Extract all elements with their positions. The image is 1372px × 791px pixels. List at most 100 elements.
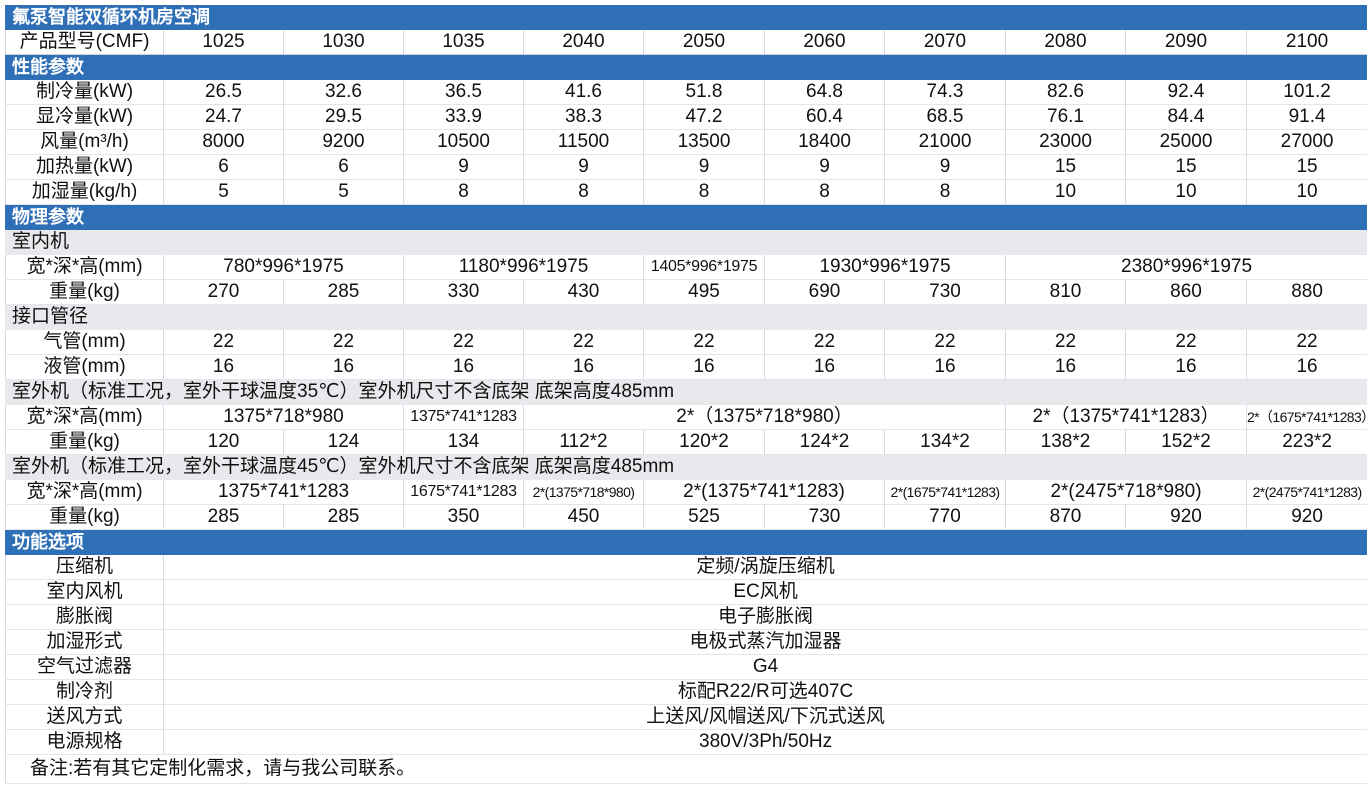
indoor-subheader: 室内机 — [5, 229, 1367, 255]
value-cell: 23000 — [1005, 129, 1126, 155]
value-cell: 1405*996*1975 — [643, 254, 765, 280]
subsection-title: 室内机 — [5, 229, 1367, 255]
row-label: 加热量(kW) — [5, 154, 164, 180]
feature-value: 标配R22/R可选407C — [162, 679, 1367, 705]
value-cell: 495 — [643, 279, 765, 305]
value-cell: 10 — [1245, 179, 1367, 205]
performance-row: 风量(m³/h) 8000 9200 10500 11500 13500 18400 2100… — [5, 129, 1367, 155]
value-cell: 29.5 — [283, 104, 404, 130]
model-cell: 2060 — [764, 29, 885, 55]
value-cell: 285 — [283, 504, 404, 530]
value-cell: 22 — [1005, 329, 1126, 355]
spec-sheet: 氟泵智能双循环机房空调 产品型号(CMF) 1025 1030 1035 2040 205… — [5, 5, 1367, 786]
subsection-title: 室外机（标准工况，室外干球温度45℃）室外机尺寸不含底架 底架高度485mm — [5, 454, 1367, 480]
feature-row: 送风方式 上送风/风帽送风/下沉式送风 — [5, 704, 1367, 730]
value-cell: 2*（1675*741*1283） — [1245, 404, 1367, 430]
performance-row: 加热量(kW) 6 6 9 9 9 9 9 15 15 15 — [5, 154, 1367, 180]
value-cell: 16 — [1005, 354, 1126, 380]
value-cell: 124*2 — [764, 429, 885, 455]
value-cell: 60.4 — [764, 104, 885, 130]
value-cell: 6 — [163, 154, 284, 180]
value-cell: 152*2 — [1125, 429, 1247, 455]
value-cell: 730 — [764, 504, 885, 530]
value-cell: 1675*741*1283 — [403, 479, 524, 505]
value-cell: 16 — [764, 354, 885, 380]
row-label: 送风方式 — [5, 704, 164, 730]
performance-row: 加湿量(kg/h) 5 5 8 8 8 8 8 10 10 10 — [5, 179, 1367, 205]
value-cell: 770 — [884, 504, 1006, 530]
feature-value: 电子膨胀阀 — [162, 604, 1367, 630]
value-cell: 22 — [1125, 329, 1247, 355]
row-label: 重量(kg) — [5, 504, 164, 530]
value-cell: 38.3 — [523, 104, 644, 130]
value-cell: 41.6 — [523, 79, 644, 105]
row-label: 重量(kg) — [5, 429, 164, 455]
value-cell: 74.3 — [884, 79, 1006, 105]
value-cell: 101.2 — [1245, 79, 1367, 105]
value-cell: 270 — [163, 279, 284, 305]
value-cell: 134*2 — [884, 429, 1006, 455]
value-cell: 138*2 — [1005, 429, 1126, 455]
model-cell: 1030 — [283, 29, 404, 55]
value-cell: 2*(1375*741*1283) — [643, 479, 885, 505]
value-cell: 1375*718*980 — [163, 404, 404, 430]
value-cell: 350 — [403, 504, 524, 530]
outdoor35-weight-row: 重量(kg) 120 124 134 112*2 120*2 124*2 134*2 138*2… — [5, 429, 1367, 455]
value-cell: 120 — [163, 429, 284, 455]
value-cell: 84.4 — [1125, 104, 1247, 130]
physical-header: 物理参数 — [5, 204, 1367, 230]
indoor-dims-row: 宽*深*高(mm) 780*996*1975 1180*996*1975 1405*9… — [5, 254, 1367, 280]
feature-row: 空气过滤器 G4 — [5, 654, 1367, 680]
row-label: 宽*深*高(mm) — [5, 479, 164, 505]
value-cell: 810 — [1005, 279, 1126, 305]
value-cell: 16 — [1245, 354, 1367, 380]
value-cell: 22 — [884, 329, 1006, 355]
feature-row: 膨胀阀 电子膨胀阀 — [5, 604, 1367, 630]
row-label: 重量(kg) — [5, 279, 164, 305]
value-cell: 13500 — [643, 129, 765, 155]
value-cell: 64.8 — [764, 79, 885, 105]
value-cell: 2*(2475*741*1283) — [1245, 479, 1367, 505]
row-label: 宽*深*高(mm) — [5, 404, 164, 430]
value-cell: 8000 — [163, 129, 284, 155]
performance-row: 制冷量(kW) 26.5 32.6 36.5 41.6 51.8 64.8 74.3 82.6 9… — [5, 79, 1367, 105]
table-title: 氟泵智能双循环机房空调 — [5, 5, 1367, 30]
value-cell: 22 — [1245, 329, 1367, 355]
model-cell: 2040 — [523, 29, 644, 55]
value-cell: 16 — [1125, 354, 1247, 380]
feature-value: 上送风/风帽送风/下沉式送风 — [162, 704, 1367, 730]
feature-value: 定频/涡旋压缩机 — [162, 554, 1367, 580]
value-cell: 9 — [764, 154, 885, 180]
value-cell: 16 — [283, 354, 404, 380]
value-cell: 9200 — [283, 129, 404, 155]
value-cell: 16 — [884, 354, 1006, 380]
value-cell: 18400 — [764, 129, 885, 155]
pipe-subheader: 接口管径 — [5, 304, 1367, 330]
value-cell: 124 — [283, 429, 404, 455]
performance-header: 性能参数 — [5, 54, 1367, 80]
feature-row: 电源规格 380V/3Ph/50Hz — [5, 729, 1367, 755]
value-cell: 10 — [1125, 179, 1247, 205]
value-cell: 6 — [283, 154, 404, 180]
value-cell: 690 — [764, 279, 885, 305]
value-cell: 16 — [643, 354, 765, 380]
value-cell: 9 — [643, 154, 765, 180]
value-cell: 1375*741*1283 — [163, 479, 404, 505]
row-label: 空气过滤器 — [5, 654, 164, 680]
value-cell: 82.6 — [1005, 79, 1126, 105]
value-cell: 15 — [1125, 154, 1247, 180]
value-cell: 22 — [403, 329, 524, 355]
value-cell: 285 — [163, 504, 284, 530]
model-row: 产品型号(CMF) 1025 1030 1035 2040 2050 2060 2070 208… — [5, 29, 1367, 55]
value-cell: 8 — [884, 179, 1006, 205]
value-cell: 920 — [1245, 504, 1367, 530]
value-cell: 68.5 — [884, 104, 1006, 130]
feature-row: 加湿形式 电极式蒸汽加湿器 — [5, 629, 1367, 655]
note-row: 备注:若有其它定制化需求，请与我公司联系。 — [5, 754, 1367, 784]
outdoor45-weight-row: 重量(kg) 285 285 350 450 525 730 770 870 920 920 — [5, 504, 1367, 530]
value-cell: 330 — [403, 279, 524, 305]
row-label: 制冷量(kW) — [5, 79, 164, 105]
row-label: 膨胀阀 — [5, 604, 164, 630]
value-cell: 9 — [884, 154, 1006, 180]
feature-value: 电极式蒸汽加湿器 — [162, 629, 1367, 655]
